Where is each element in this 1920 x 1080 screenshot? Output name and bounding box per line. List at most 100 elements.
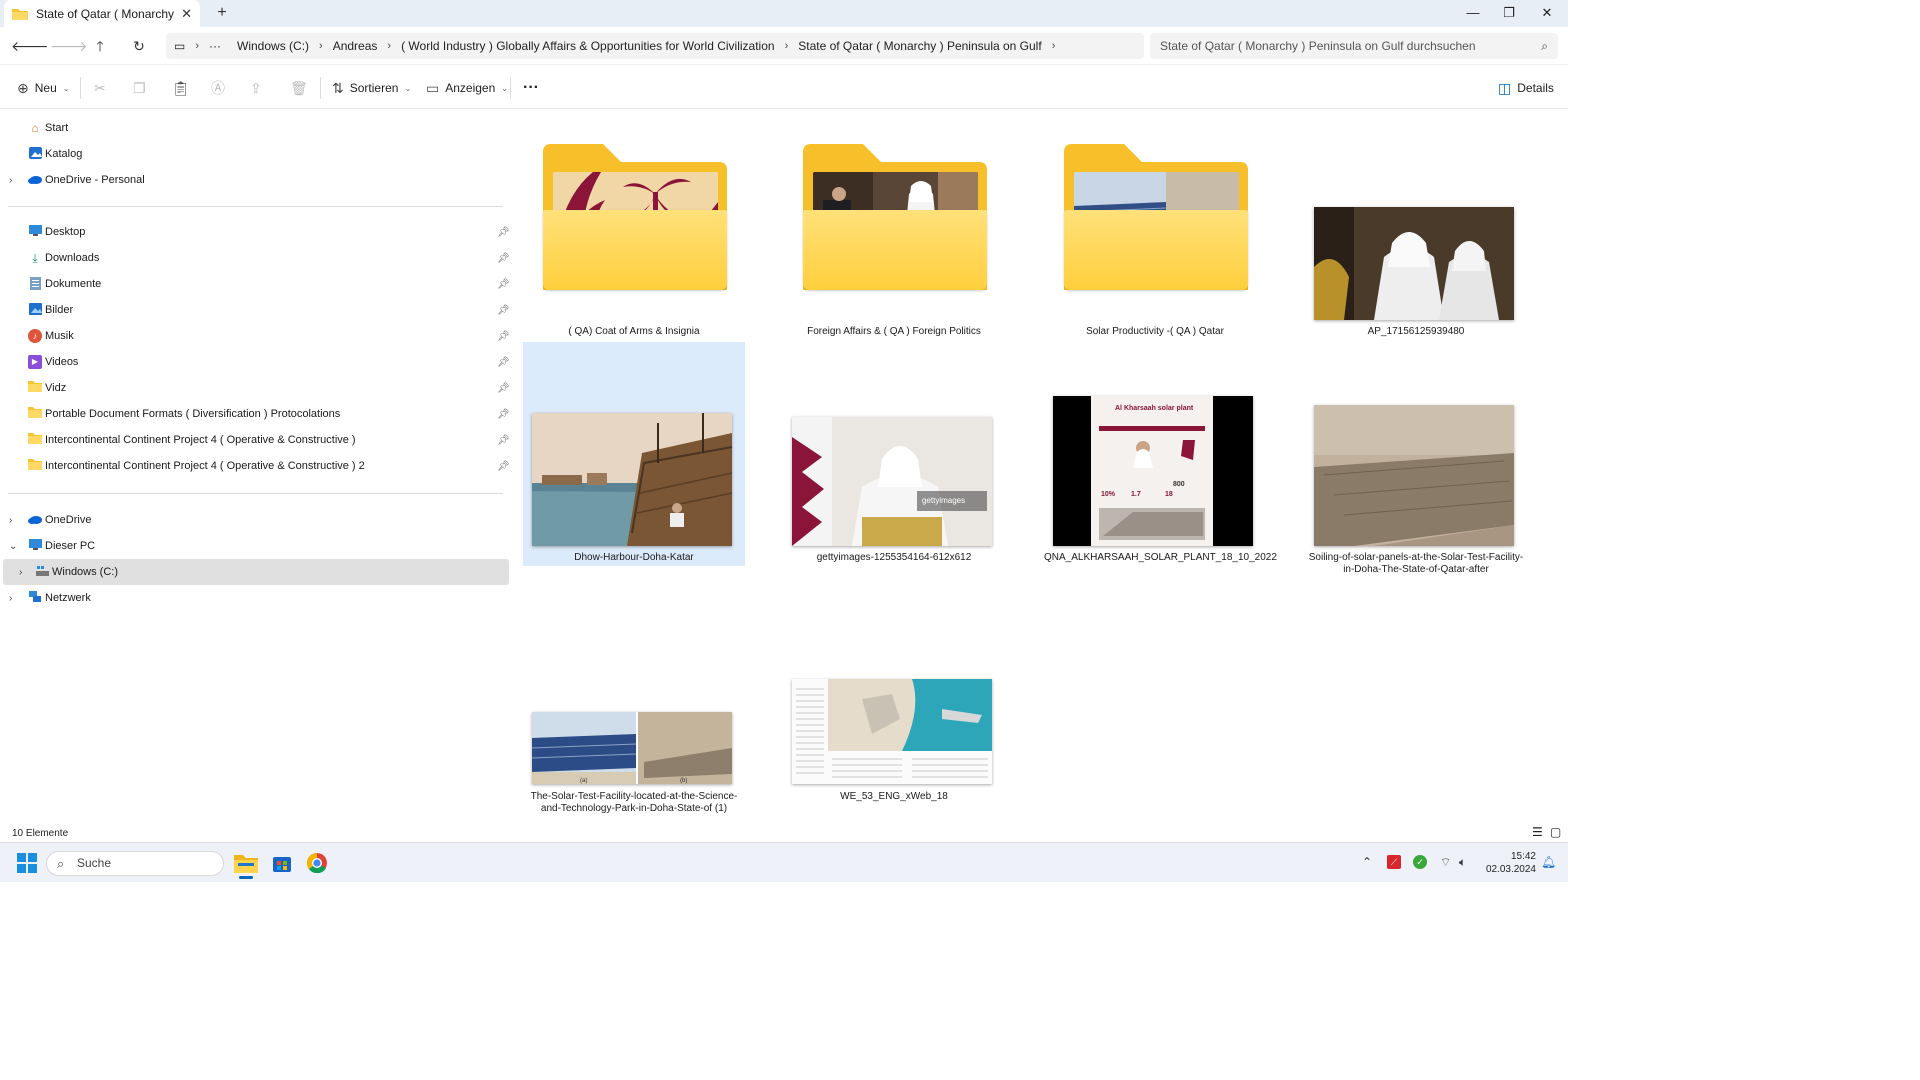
copy-icon: ❐	[133, 79, 146, 96]
sidebar-item-windows-c[interactable]: › Windows (C:)	[3, 559, 509, 585]
forward-arrow-icon[interactable]: 🡒	[50, 36, 88, 56]
item-name: WE_53_ENG_xWeb_18	[840, 791, 948, 802]
breadcrumb-drive[interactable]: Windows (C:)	[237, 39, 309, 53]
sidebar-item-dieser-pc[interactable]: ⌄ Dieser PC	[0, 533, 512, 559]
large-icons-view-icon[interactable]: ▢	[1550, 825, 1561, 839]
chevron-right-icon[interactable]: ›	[9, 175, 12, 186]
image-item-selected[interactable]: Dhow-Harbour-Doha-Katar	[523, 342, 745, 566]
folder-icon	[28, 407, 42, 421]
sidebar-item-videos[interactable]: ▶ Videos 📌︎	[0, 349, 512, 375]
breadcrumb-world-industry[interactable]: ( World Industry ) Globally Affairs & Op…	[401, 39, 774, 53]
notification-bell-icon[interactable]: 🔔︎	[1541, 855, 1556, 869]
security-tray-icon[interactable]: ✓	[1413, 855, 1427, 869]
file-explorer-taskbar-icon[interactable]	[233, 849, 259, 879]
pin-icon[interactable]: 📌︎	[497, 227, 510, 238]
store-icon[interactable]	[272, 853, 292, 876]
sidebar-item-desktop[interactable]: Desktop 📌︎	[0, 219, 512, 245]
sidebar-item-dokumente[interactable]: Dokumente 📌︎	[0, 271, 512, 297]
sidebar-item-musik[interactable]: ♪ Musik 📌︎	[0, 323, 512, 349]
new-tab-button[interactable]: +	[212, 4, 232, 24]
image-item[interactable]: gettyimages gettyimages-1255354164-612x6…	[783, 342, 1005, 566]
image-item[interactable]: Al Kharsaah solar plant 10% 1.7 18 800 QNA_A…	[1044, 342, 1277, 566]
taskbar: ⌕ Suche ⌃ ⟋ ✓ ⌔ 🔈︎ 15:42 02.03.2024 🔔︎	[0, 842, 1568, 882]
windows-start-icon[interactable]	[17, 853, 37, 876]
folder-icon	[28, 381, 42, 395]
folder-icon	[12, 8, 28, 20]
wifi-icon[interactable]: ⌔	[1440, 855, 1451, 870]
sidebar-item-project-4[interactable]: Intercontinental Continent Project 4 ( O…	[0, 427, 512, 453]
sidebar-item-start[interactable]: ⌂ Start	[0, 115, 512, 141]
breadcrumb-user[interactable]: Andreas	[333, 39, 378, 53]
image-item[interactable]: AP_17156125939480	[1305, 110, 1527, 342]
new-label: Neu	[34, 81, 57, 95]
close-window-button[interactable]: ✕	[1529, 0, 1565, 27]
taskbar-search[interactable]: ⌕ Suche	[46, 851, 224, 876]
divider	[320, 77, 321, 99]
sidebar-item-pdf-folder[interactable]: Portable Document Formats ( Diversificat…	[0, 401, 512, 427]
sidebar-item-vidz[interactable]: Vidz 📌︎	[0, 375, 512, 401]
search-input[interactable]: State of Qatar ( Monarchy ) Peninsula on…	[1150, 33, 1558, 59]
breadcrumb-qatar[interactable]: State of Qatar ( Monarchy ) Peninsula on…	[798, 39, 1041, 53]
taskbar-search-label: Suche	[77, 856, 112, 870]
pin-icon[interactable]: 📌︎	[497, 253, 510, 264]
folder-item[interactable]: Foreign Affairs & ( QA ) Foreign Politic…	[783, 110, 1005, 342]
close-tab-icon[interactable]: ✕	[181, 6, 192, 22]
address-bar[interactable]: ▭ › ··· Windows (C:) › Andreas › ( World…	[166, 33, 1144, 59]
rename-button[interactable]: Ⓐ	[211, 78, 231, 98]
pin-icon[interactable]: 📌︎	[497, 305, 510, 316]
sidebar-item-onedrive[interactable]: › OneDrive	[0, 507, 512, 533]
sort-button[interactable]: ⇅ Sortieren ⌄	[332, 78, 411, 98]
more-options-button[interactable]: ···	[523, 78, 539, 98]
network-icon	[28, 591, 42, 605]
sidebar-item-katalog[interactable]: Katalog	[0, 141, 512, 167]
refresh-icon[interactable]: ↻	[128, 36, 150, 56]
chevron-up-icon[interactable]: ⌃	[1362, 855, 1372, 869]
copy-button[interactable]: ❐	[133, 78, 152, 98]
sidebar-item-netzwerk[interactable]: › Netzwerk	[0, 585, 512, 611]
minimize-button[interactable]: —	[1455, 0, 1491, 27]
chevron-right-icon[interactable]: ›	[19, 567, 22, 578]
pin-icon[interactable]: 📌︎	[497, 331, 510, 342]
image-item[interactable]: Soiling-of-solar-panels-at-the-Solar-Tes…	[1305, 342, 1527, 578]
pin-icon[interactable]: 📌︎	[497, 409, 510, 420]
chevron-right-icon[interactable]: ›	[9, 515, 12, 526]
sidebar-item-project-4-2[interactable]: Intercontinental Continent Project 4 ( O…	[0, 453, 512, 479]
clock[interactable]: 15:42 02.03.2024	[1480, 850, 1536, 876]
cut-button[interactable]: ✂	[94, 78, 112, 98]
image-item[interactable]: (a) (b) The-Solar-Test-Facility-located-a…	[523, 576, 745, 814]
app-tray-icon[interactable]: ⟋	[1387, 855, 1401, 869]
back-arrow-icon[interactable]: 🡐	[11, 36, 49, 56]
breadcrumb-overflow[interactable]: ···	[209, 39, 221, 53]
chevron-right-icon[interactable]: ›	[9, 593, 12, 604]
maximize-button[interactable]: ❐	[1491, 0, 1527, 27]
details-button[interactable]: ◫ Details	[1498, 78, 1554, 98]
pin-icon[interactable]: 📌︎	[497, 357, 510, 368]
image-item[interactable]: WE_53_ENG_xWeb_18	[783, 576, 1005, 814]
up-arrow-icon[interactable]: 🡑	[89, 36, 111, 56]
paste-button[interactable]: 📋︎	[172, 78, 196, 98]
gallery-icon	[28, 147, 42, 161]
share-button[interactable]: ⇪	[250, 78, 268, 98]
folder-item[interactable]: Solar Productivity -( QA ) Qatar	[1044, 110, 1266, 342]
sort-label: Sortieren	[349, 81, 399, 95]
pin-icon[interactable]: 📌︎	[497, 435, 510, 446]
folder-icon	[28, 433, 42, 447]
sidebar-item-onedrive-personal[interactable]: › OneDrive - Personal	[0, 167, 512, 193]
pin-icon[interactable]: 📌︎	[497, 461, 510, 472]
folder-item[interactable]: ( QA) Coat of Arms & Insignia	[523, 110, 745, 342]
new-button[interactable]: ⊕ Neu ⌄	[17, 78, 69, 98]
getty-watermark: gettyimages	[922, 496, 965, 505]
sidebar-item-downloads[interactable]: ⤓ Downloads 📌︎	[0, 245, 512, 271]
chevron-down-icon[interactable]: ⌄	[9, 541, 17, 552]
pin-icon[interactable]: 📌︎	[497, 383, 510, 394]
chrome-icon[interactable]	[307, 853, 327, 876]
pin-icon[interactable]: 📌︎	[497, 279, 510, 290]
delete-button[interactable]: 🗑︎	[290, 78, 314, 98]
details-view-icon[interactable]: ☰	[1532, 825, 1543, 839]
chevron-right-icon[interactable]: ›	[1052, 40, 1056, 52]
sidebar-item-bilder[interactable]: Bilder 📌︎	[0, 297, 512, 323]
view-button[interactable]: ▭ Anzeigen ⌄	[426, 78, 508, 98]
tab-current-folder[interactable]: State of Qatar ( Monarchy ) Pe ✕	[4, 0, 200, 27]
volume-icon[interactable]: 🔈︎	[1459, 855, 1466, 870]
document-icon	[28, 277, 42, 291]
